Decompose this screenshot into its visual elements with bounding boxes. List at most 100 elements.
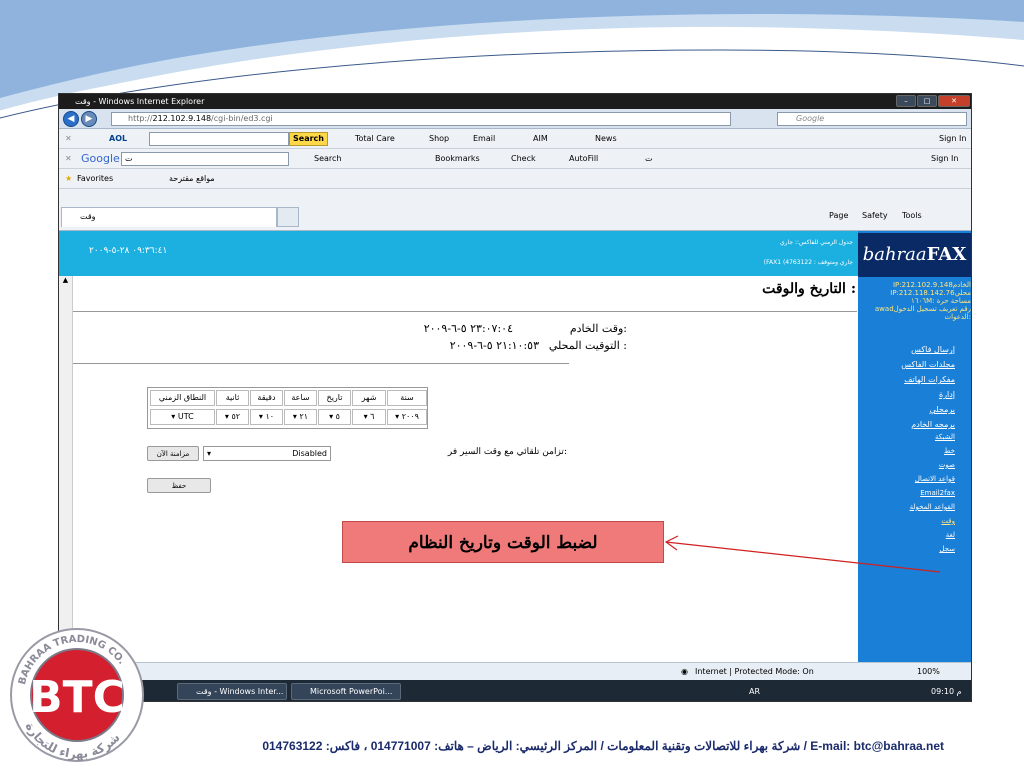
sidebar-item-time[interactable]: وقت xyxy=(859,517,955,525)
google-search-button[interactable]: Search xyxy=(314,149,341,168)
close-button[interactable]: ✕ xyxy=(938,95,970,107)
security-zone[interactable]: Internet | Protected Mode: On xyxy=(695,663,814,681)
sidebar-item-network[interactable]: الشبكة xyxy=(859,433,955,441)
month-select[interactable]: ▾ ٦ xyxy=(352,409,386,425)
clock: 09:10 م xyxy=(931,687,962,696)
search-input[interactable]: Google xyxy=(777,112,967,126)
sidebar-item-line[interactable]: خط xyxy=(859,447,955,455)
window-title: وقت - Windows Internet Explorer xyxy=(75,97,205,106)
content-scrollbar[interactable]: ▲ xyxy=(59,276,73,662)
sidebar-item-auth-rules[interactable]: القواعد المخولة xyxy=(859,503,955,511)
bahraa-fax-logo: bahraaFAX xyxy=(858,233,971,277)
aol-search-button[interactable]: Search xyxy=(289,132,328,146)
url-host: 212.102.9.148 xyxy=(152,114,212,123)
sidebar-item-my-program[interactable]: برمجلي xyxy=(859,405,955,414)
safety-menu[interactable]: Safety xyxy=(862,211,888,220)
sidebar-item-email2fax[interactable]: Email2fax xyxy=(859,489,955,497)
forward-button[interactable]: ▶ xyxy=(81,111,97,127)
local-time-label: التوقيت المحلي : xyxy=(548,339,627,352)
aol-sign-in-link[interactable]: Sign In xyxy=(939,129,966,148)
invitations: الدعوات: xyxy=(944,313,971,321)
callout-box: لضبط الوقت وتاريخ النظام xyxy=(342,521,664,563)
favorites-bar: ★ Favorites مواقع مقترحة xyxy=(59,169,971,189)
news-link[interactable]: News xyxy=(595,129,617,148)
timezone-select[interactable]: ▾ UTC xyxy=(150,409,215,425)
taskbar-powerpoint[interactable]: Microsoft PowerPoi... xyxy=(291,683,401,700)
header-year: سنة xyxy=(387,390,427,406)
hour-select[interactable]: ▾ ٢١ xyxy=(284,409,317,425)
chevron-down-icon: ▾ xyxy=(207,449,212,458)
tab-title: وقت xyxy=(80,212,96,221)
sidebar-item-send-fax[interactable]: إرسال فاكس xyxy=(859,345,955,354)
bookmarks-menu[interactable]: Bookmarks xyxy=(435,149,480,168)
toolbar-close-icon[interactable]: ✕ xyxy=(65,129,72,148)
email-link[interactable]: Email xyxy=(473,129,495,148)
sidebar-item-server-program[interactable]: برمجه الخادم xyxy=(859,420,955,429)
maximize-button[interactable]: □ xyxy=(917,95,937,107)
window-title-bar: وقت - Windows Internet Explorer – □ ✕ xyxy=(59,94,971,109)
divider xyxy=(73,363,569,364)
top-banner: ٠٩:٣٦:٤١ ٢٨-٥-٢٠٠٩ جدول الزمني للفاكس:: … xyxy=(59,231,971,276)
login-id: awadرقم تعريف تسجيل الدخول xyxy=(874,305,971,313)
sidebar-item-fax-folders[interactable]: مجلدات الفاكس xyxy=(859,360,955,369)
toolbar-close-icon[interactable]: ✕ xyxy=(65,149,72,168)
sync-now-button[interactable]: مزامنة الآن xyxy=(147,446,199,461)
search-placeholder: Google xyxy=(796,114,825,123)
suggested-sites-link[interactable]: مواقع مقترحة xyxy=(169,169,215,188)
slide-footer: شركة بهراء للاتصالات وتقنية المعلومات / … xyxy=(262,739,944,753)
shop-link[interactable]: Shop xyxy=(429,129,449,148)
aol-brand: AOL xyxy=(109,134,128,143)
new-tab-button[interactable] xyxy=(277,207,299,227)
autofill-menu[interactable]: AutoFill xyxy=(569,149,598,168)
header-hour: ساعة xyxy=(284,390,317,406)
tab-current[interactable]: وقت xyxy=(61,207,277,227)
check-menu[interactable]: Check xyxy=(511,149,536,168)
sidebar-item-voice[interactable]: صوت xyxy=(859,461,955,469)
save-button[interactable]: حفظ xyxy=(147,478,211,493)
header-minute: دقيقة xyxy=(250,390,283,406)
divider xyxy=(73,311,857,312)
sync-value: Disabled xyxy=(292,449,327,458)
header-timezone: النطاق الزمني xyxy=(150,390,215,406)
sidebar-menu: إرسال فاكس مجلدات الفاكس مفكرات الهاتف إ… xyxy=(859,345,955,553)
sidebar-item-phonebooks[interactable]: مفكرات الهاتف xyxy=(859,375,955,384)
google-extra: ت xyxy=(645,154,653,163)
favorites-button[interactable]: Favorites xyxy=(77,169,113,188)
datetime-table: سنة شهر تاريخ ساعة دقيقة ثانية النطاق ال… xyxy=(147,387,428,429)
minimize-button[interactable]: – xyxy=(896,95,916,107)
window-controls: – □ ✕ xyxy=(896,95,970,107)
total-care-link[interactable]: Total Care xyxy=(355,129,395,148)
minute-value: ١٠ xyxy=(265,412,275,421)
taskbar: وقت - Windows Inter... Microsoft PowerPo… xyxy=(59,680,971,701)
local-ip: IP:212.118.142.76محلي xyxy=(890,289,971,297)
address-input[interactable]: http://212.102.9.148/cgi-bin/ed3.cgi xyxy=(111,112,731,126)
aol-search-input[interactable] xyxy=(149,132,289,146)
language-indicator[interactable]: AR xyxy=(749,680,760,701)
sync-select[interactable]: ▾ Disabled xyxy=(203,446,331,461)
month-value: ٦ xyxy=(370,412,375,421)
browser-window: وقت - Windows Internet Explorer – □ ✕ ◀ … xyxy=(58,93,972,702)
date-select[interactable]: ▾ ٥ xyxy=(318,409,351,425)
zoom-level[interactable]: 100% xyxy=(917,663,940,681)
sidebar-item-dial-rules[interactable]: قواعد الاتصال xyxy=(859,475,955,483)
server-ip: IP:212.102.9.148الخادم xyxy=(892,281,971,289)
aim-link[interactable]: AIM xyxy=(533,129,548,148)
google-search-input[interactable]: ت xyxy=(121,152,289,166)
taskbar-ie[interactable]: وقت - Windows Inter... xyxy=(177,683,287,700)
minute-select[interactable]: ▾ ١٠ xyxy=(250,409,283,425)
url-path: /cgi-bin/ed3.cgi xyxy=(211,114,273,123)
back-button[interactable]: ◀ xyxy=(63,111,79,127)
sidebar-item-admin[interactable]: إدارة xyxy=(859,390,955,399)
timezone-value: UTC xyxy=(177,412,194,421)
year-select[interactable]: ▾ ٢٠٠٩ xyxy=(387,409,427,425)
google-sign-in[interactable]: Sign In xyxy=(931,149,958,168)
year-value: ٢٠٠٩ xyxy=(401,412,419,421)
fax-schedule-status: جدول الزمني للفاكس:: جاري xyxy=(779,239,853,246)
second-select[interactable]: ▾ ٥٢ xyxy=(216,409,249,425)
tools-menu[interactable]: Tools xyxy=(902,211,922,220)
header-second: ثانية xyxy=(216,390,249,406)
page-menu[interactable]: Page xyxy=(829,211,848,220)
server-time-label: وقت الخادم: xyxy=(569,322,627,335)
page-title: التاريخ والوقت : xyxy=(762,281,856,297)
free-space: ١٦٠٦M: مساحة حرة xyxy=(911,297,971,305)
